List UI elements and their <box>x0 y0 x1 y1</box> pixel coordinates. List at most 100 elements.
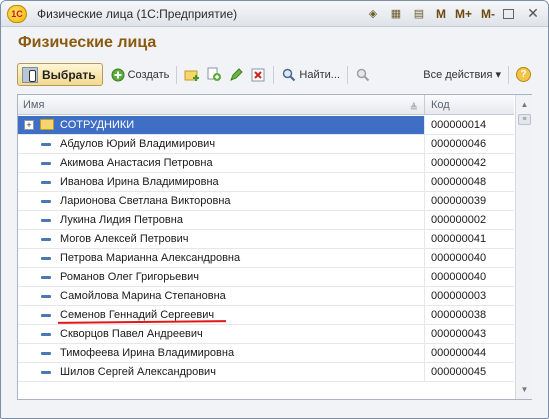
cell-name[interactable]: Иванова Ирина Владимировна <box>18 173 425 191</box>
cell-name[interactable]: Лукина Лидия Петровна <box>18 211 425 229</box>
window-title: Физические лица (1С:Предприятие) <box>37 6 238 21</box>
table-row[interactable]: Шилов Сергей Александрович 000000045 <box>18 363 514 382</box>
cell-code[interactable]: 000000046 <box>426 135 514 153</box>
help-button[interactable]: ? <box>513 63 534 86</box>
cell-name-text: СОТРУДНИКИ <box>60 119 135 131</box>
scroll-thumb[interactable]: ≡ <box>518 114 531 125</box>
persons-table[interactable]: Имя ≜ Код + СОТРУДНИКИ 000000014 Абдулов Юр… <box>17 94 532 400</box>
item-icon <box>41 238 51 241</box>
scroll-up-icon[interactable]: ▲ <box>517 97 532 112</box>
edit-button[interactable] <box>225 63 247 86</box>
table-row[interactable]: Абдулов Юрий Владимирович 000000046 <box>18 135 514 154</box>
create-group-button[interactable] <box>181 63 203 86</box>
cell-name[interactable]: Ларионова Светлана Викторовна <box>18 192 425 210</box>
delete-icon <box>250 67 266 83</box>
item-icon <box>41 352 51 355</box>
table-row[interactable]: Ларионова Светлана Викторовна 000000039 <box>18 192 514 211</box>
app-logo-icon[interactable]: 1С <box>7 4 27 23</box>
cell-name-text: Романов Олег Григорьевич <box>60 271 199 283</box>
copy-button[interactable] <box>203 63 225 86</box>
expand-icon[interactable]: + <box>24 120 34 130</box>
scroll-down-icon[interactable]: ▼ <box>517 382 532 397</box>
delete-button[interactable] <box>247 63 269 86</box>
memory-minus-button[interactable]: M- <box>481 7 495 21</box>
maximize-icon[interactable] <box>503 8 514 19</box>
grid-icon[interactable]: ▦ <box>388 6 404 22</box>
cell-name[interactable]: Шилов Сергей Александрович <box>18 363 425 381</box>
table-row[interactable]: Иванова Ирина Владимировна 000000048 <box>18 173 514 192</box>
cell-name[interactable]: Петрова Марианна Александровна <box>18 249 425 267</box>
cell-name[interactable]: Скворцов Павел Андреевич <box>18 325 425 343</box>
cell-code[interactable]: 000000040 <box>426 249 514 267</box>
copy-add-icon <box>206 67 222 83</box>
table-row[interactable]: Лукина Лидия Петровна 000000002 <box>18 211 514 230</box>
cell-name-text: Лукина Лидия Петровна <box>60 214 183 226</box>
item-icon <box>41 219 51 222</box>
cell-code[interactable]: 000000039 <box>426 192 514 210</box>
toolbar-separator <box>346 65 348 84</box>
vertical-scrollbar[interactable]: ▲ ≡ ▼ <box>515 95 532 399</box>
cell-name[interactable]: Семенов Геннадий Сергеевич <box>18 306 425 324</box>
cell-name[interactable]: Могов Алексей Петрович <box>18 230 425 248</box>
table-row[interactable]: Акимова Анастасия Петровна 000000042 <box>18 154 514 173</box>
cell-code[interactable]: 000000048 <box>426 173 514 191</box>
select-button-label: Выбрать <box>42 67 96 82</box>
cell-code[interactable]: 000000043 <box>426 325 514 343</box>
close-icon[interactable]: ✕ <box>524 5 542 22</box>
cell-code[interactable]: 000000042 <box>426 154 514 172</box>
create-button[interactable]: Создать <box>107 63 173 86</box>
cell-code[interactable]: 000000014 <box>426 116 514 134</box>
toolbar-separator <box>273 65 275 84</box>
cell-name[interactable]: Абдулов Юрий Владимирович <box>18 135 425 153</box>
table-row[interactable]: Могов Алексей Петрович 000000041 <box>18 230 514 249</box>
cell-name[interactable]: Акимова Анастасия Петровна <box>18 154 425 172</box>
cell-name-text: Абдулов Юрий Владимирович <box>60 138 216 150</box>
table-row[interactable]: Романов Олег Григорьевич 000000040 <box>18 268 514 287</box>
cell-name[interactable]: Тимофеева Ирина Владимировна <box>18 344 425 362</box>
cell-name-text: Акимова Анастасия Петровна <box>60 157 213 169</box>
cancel-search-button[interactable] <box>352 63 374 86</box>
calendar-icon[interactable]: ▤ <box>411 6 427 22</box>
table-row[interactable]: Тимофеева Ирина Владимировна 000000044 <box>18 344 514 363</box>
cell-code[interactable]: 000000045 <box>426 363 514 381</box>
memory-button[interactable]: M <box>436 7 446 21</box>
cell-code[interactable]: 000000040 <box>426 268 514 286</box>
pointer-icon <box>22 66 38 83</box>
table-row[interactable]: Самойлова Марина Степановна 000000003 <box>18 287 514 306</box>
select-button[interactable]: Выбрать <box>17 63 103 86</box>
item-icon <box>41 143 51 146</box>
add-circle-icon <box>110 67 126 83</box>
cell-code[interactable]: 000000003 <box>426 287 514 305</box>
cell-name-text: Шилов Сергей Александрович <box>60 366 216 378</box>
cell-code[interactable]: 000000002 <box>426 211 514 229</box>
item-icon <box>41 276 51 279</box>
form-heading: Физические лица <box>18 34 157 51</box>
cell-name-text: Иванова Ирина Владимировна <box>60 176 219 188</box>
cell-name[interactable]: + СОТРУДНИКИ <box>18 116 425 134</box>
item-icon <box>41 257 51 260</box>
table-body: + СОТРУДНИКИ 000000014 Абдулов Юрий Владими… <box>18 116 514 382</box>
cell-code[interactable]: 000000041 <box>426 230 514 248</box>
column-header-name[interactable]: Имя ≜ <box>18 95 425 115</box>
create-button-label: Создать <box>127 68 170 81</box>
cell-code[interactable]: 000000038 <box>426 306 514 324</box>
cell-name-text: Могов Алексей Петрович <box>60 233 189 245</box>
table-group-row[interactable]: + СОТРУДНИКИ 000000014 <box>18 116 514 135</box>
cell-code[interactable]: 000000044 <box>426 344 514 362</box>
table-header: Имя ≜ Код <box>18 95 514 115</box>
toolbar-separator <box>176 65 178 84</box>
table-row[interactable]: Семенов Геннадий Сергеевич 000000038 <box>18 306 514 325</box>
table-row[interactable]: Петрова Марианна Александровна 000000040 <box>18 249 514 268</box>
column-header-name-label: Имя <box>23 99 45 111</box>
all-actions-menu[interactable]: Все действия ▾ <box>420 63 504 86</box>
item-icon <box>41 162 51 165</box>
folder-add-icon <box>184 67 200 83</box>
cell-name[interactable]: Романов Олег Григорьевич <box>18 268 425 286</box>
table-row[interactable]: Скворцов Павел Андреевич 000000043 <box>18 325 514 344</box>
app-window: 1С Физические лица (1С:Предприятие) ◈ ▦ … <box>0 0 549 419</box>
cell-name[interactable]: Самойлова Марина Степановна <box>18 287 425 305</box>
memory-plus-button[interactable]: M+ <box>455 7 472 21</box>
column-header-code[interactable]: Код <box>426 95 514 115</box>
history-icon[interactable]: ◈ <box>365 6 381 22</box>
find-button[interactable]: Найти... <box>278 63 343 86</box>
